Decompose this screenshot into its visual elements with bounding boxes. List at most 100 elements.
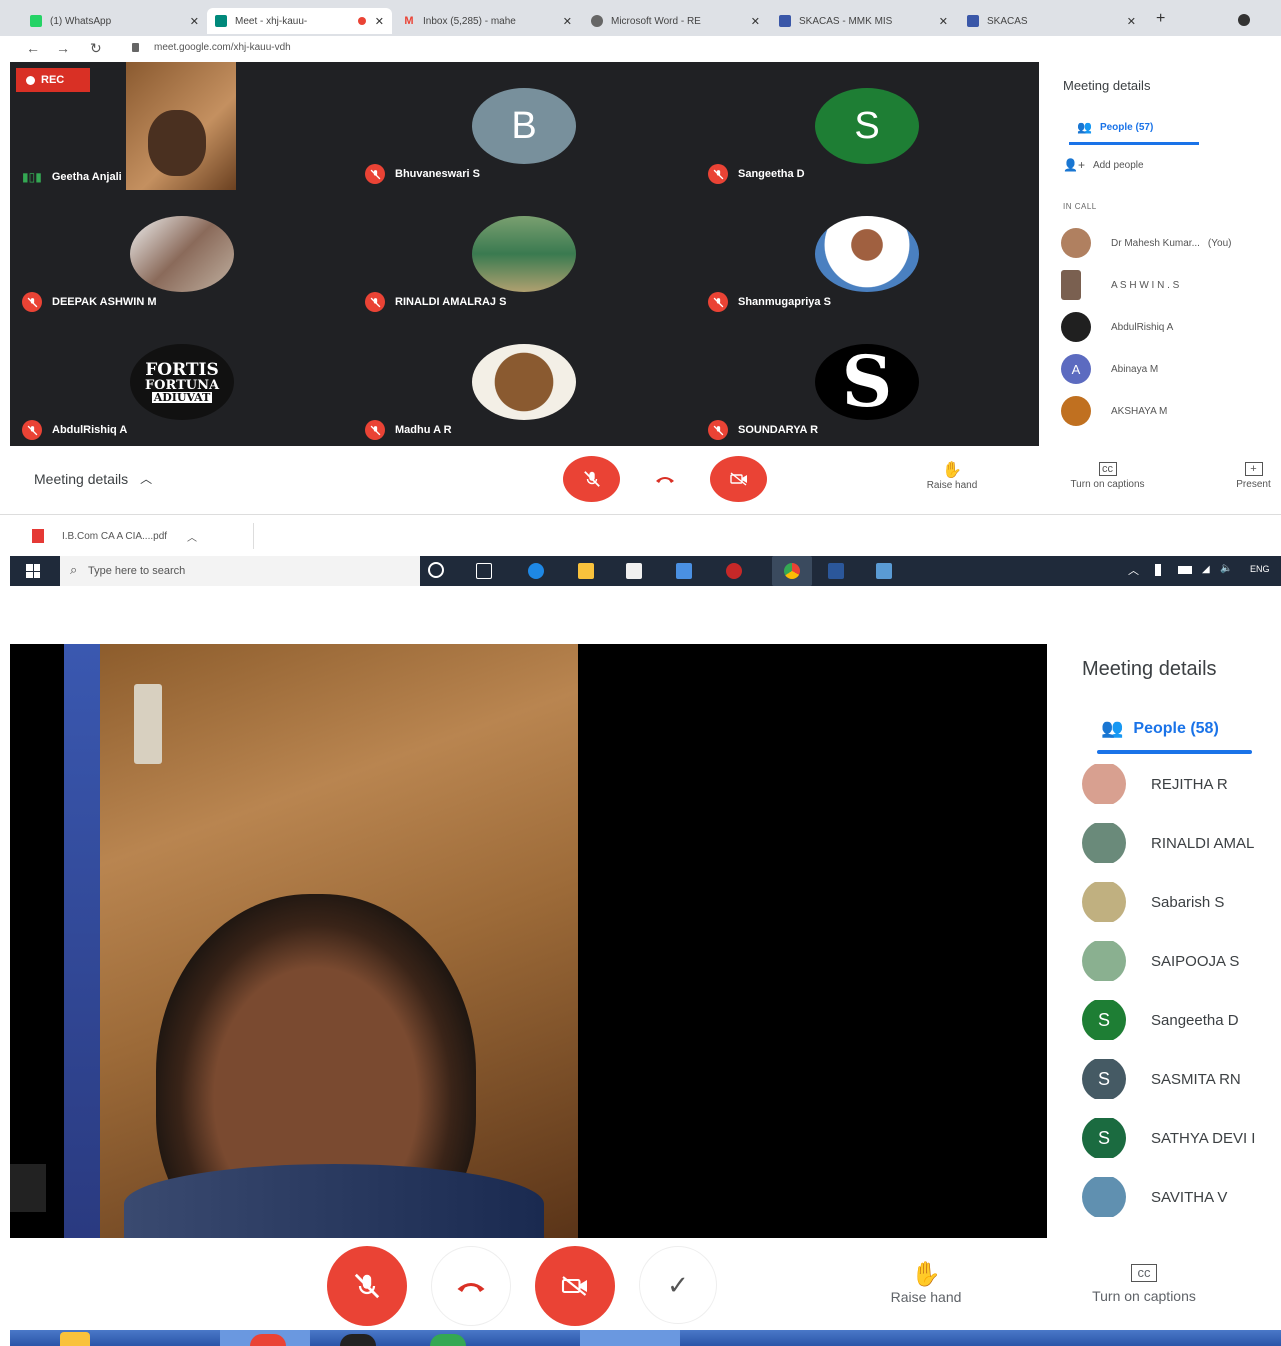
battery-icon[interactable] [1155, 564, 1161, 576]
camera-toggle-button[interactable] [710, 456, 767, 502]
language-indicator[interactable]: ENG [1250, 564, 1270, 574]
windows-start-icon[interactable] [26, 564, 40, 578]
store-icon[interactable] [626, 563, 642, 579]
captions-button[interactable]: cc Turn on captions [1060, 1260, 1228, 1304]
close-icon[interactable]: ✕ [190, 15, 199, 28]
tab-whatsapp[interactable]: (1) WhatsApp ✕ [22, 8, 207, 34]
avatar [1082, 882, 1126, 922]
wifi-icon[interactable]: ◢ [1202, 564, 1210, 575]
close-icon[interactable]: ✕ [1127, 15, 1136, 28]
tab-word[interactable]: Microsoft Word - RE ✕ [583, 8, 768, 34]
participant-name: Madhu A R [395, 424, 452, 436]
tab-meet[interactable]: Meet - xhj-kauu- ✕ [207, 8, 392, 34]
volume-icon[interactable]: 🔈 [1220, 563, 1232, 574]
list-item[interactable]: A Abinaya M [1061, 354, 1281, 384]
taskbar-item[interactable] [580, 1330, 680, 1346]
list-item[interactable]: SAIPOOJA S [1082, 941, 1281, 981]
mic-off-icon [365, 164, 385, 184]
participant-tile[interactable]: B Bhuvaneswari S [353, 62, 696, 190]
new-tab-icon[interactable]: + [1156, 10, 1165, 28]
close-icon[interactable]: ✕ [751, 15, 760, 28]
reload-icon[interactable]: ↻ [90, 40, 102, 57]
person-name: AKSHAYA M [1111, 405, 1168, 417]
mic-toggle-button[interactable] [327, 1246, 407, 1326]
list-item[interactable]: Sabarish S [1082, 882, 1281, 922]
participant-tile[interactable]: S SOUNDARYA R [696, 318, 1039, 446]
avatar [1082, 764, 1126, 804]
people-tab[interactable]: 👥 People (58) [1101, 718, 1219, 739]
logo-letter: S [841, 340, 893, 423]
taskbar-icon[interactable] [60, 1332, 90, 1346]
windows-taskbar: ⌕ Type here to search ︿ ◢ 🔈 ENG [10, 556, 1281, 586]
photos-icon[interactable] [876, 563, 892, 579]
edge-icon[interactable] [528, 563, 544, 579]
taskbar-search[interactable]: ⌕ Type here to search [60, 556, 420, 586]
leave-call-button[interactable] [431, 1246, 511, 1326]
app-icon[interactable] [430, 1334, 466, 1346]
profile-icon[interactable] [1238, 14, 1250, 26]
raise-hand-button[interactable]: ✋ Raise hand [912, 460, 992, 491]
chevron-up-icon[interactable]: ︿ [1128, 562, 1139, 578]
back-icon[interactable]: ← [26, 40, 40, 56]
avatar-initial: S [1097, 1068, 1110, 1089]
people-tab-label: People (58) [1133, 719, 1219, 737]
person-name: Abinaya M [1111, 363, 1159, 375]
avatar-initial: S [854, 104, 880, 147]
file-explorer-icon[interactable] [578, 563, 594, 579]
people-tab[interactable]: 👥 People (57) [1077, 120, 1153, 134]
you-label: (You) [1207, 237, 1232, 249]
add-people-button[interactable]: 👤+ Add people [1063, 158, 1144, 172]
participant-tile[interactable]: Shanmugapriya S [696, 190, 1039, 318]
word-icon[interactable] [828, 563, 844, 579]
task-view-icon[interactable] [476, 563, 492, 579]
raise-hand-button[interactable]: ✋ Raise hand [870, 1260, 982, 1305]
tab-skacas[interactable]: SKACAS ✕ [959, 8, 1144, 34]
checkmark-button[interactable]: ✓ [639, 1246, 717, 1324]
close-icon[interactable]: ✕ [939, 15, 948, 28]
list-item[interactable]: S SASMITA RN [1082, 1059, 1281, 1099]
list-item[interactable]: AKSHAYA M [1061, 396, 1281, 426]
participant-tile[interactable]: S Sangeetha D [696, 62, 1039, 190]
close-icon[interactable]: ✕ [375, 15, 384, 28]
app-icon[interactable] [726, 563, 742, 579]
list-item[interactable]: Dr Mahesh Kumar... (You) [1061, 228, 1281, 258]
avatar [1082, 823, 1126, 863]
list-item[interactable]: AbdulRishiq A [1061, 312, 1281, 342]
list-item[interactable]: S Sangeetha D [1082, 1000, 1281, 1040]
list-item[interactable]: REJITHA R [1082, 764, 1281, 804]
camera-toggle-button[interactable] [535, 1246, 615, 1326]
chevron-up-icon[interactable]: ︿ [187, 529, 197, 544]
present-button[interactable]: + Present [1226, 460, 1281, 490]
people-panel: Meeting details 👥 People (58) REJITHA R … [1047, 644, 1281, 1238]
person-name: Sangeetha D [1151, 1011, 1239, 1029]
mic-toggle-button[interactable] [563, 456, 620, 502]
participant-tile[interactable]: Madhu A R [353, 318, 696, 446]
participant-tile[interactable]: DEEPAK ASHWIN M [10, 190, 353, 318]
tab-gmail[interactable]: M Inbox (5,285) - mahe ✕ [395, 8, 580, 34]
close-icon[interactable]: ✕ [563, 15, 572, 28]
url-text[interactable]: meet.google.com/xhj-kauu-vdh [154, 42, 291, 53]
list-item[interactable]: SAVITHA V [1082, 1177, 1281, 1217]
meeting-details-button[interactable]: Meeting details ︿ [34, 470, 152, 487]
forward-icon[interactable]: → [56, 40, 70, 56]
network-icon[interactable] [1178, 566, 1192, 574]
captions-label: Turn on captions [1092, 1288, 1196, 1304]
leave-call-button[interactable] [636, 456, 693, 502]
avatar [1061, 312, 1091, 342]
list-item[interactable]: S SATHYA DEVI I [1082, 1118, 1281, 1158]
avatar-initial: S [1097, 1127, 1110, 1148]
download-item[interactable]: I.B.Com CA A CIA....pdf ︿ [14, 523, 254, 549]
list-item[interactable]: RINALDI AMAL [1082, 823, 1281, 863]
list-item[interactable]: A S H W I N . S [1061, 270, 1281, 300]
participant-tile[interactable]: ▮▯▮ Geetha Anjali [10, 62, 353, 190]
tab-skacas-mis[interactable]: SKACAS - MMK MIS ✕ [771, 8, 956, 34]
address-bar: ← → ↻ meet.google.com/xhj-kauu-vdh [0, 36, 1281, 62]
mail-icon[interactable] [676, 563, 692, 579]
app-icon[interactable] [340, 1334, 376, 1346]
participant-name: Shanmugapriya S [738, 296, 831, 308]
captions-button[interactable]: cc Turn on captions [1050, 460, 1165, 490]
person-name: A S H W I N . S [1111, 279, 1180, 291]
cortana-icon[interactable] [428, 562, 444, 578]
participant-tile[interactable]: RINALDI AMALRAJ S [353, 190, 696, 318]
participant-tile[interactable]: FORTIS FORTUNA ADIUVAT AbdulRishiq A [10, 318, 353, 446]
